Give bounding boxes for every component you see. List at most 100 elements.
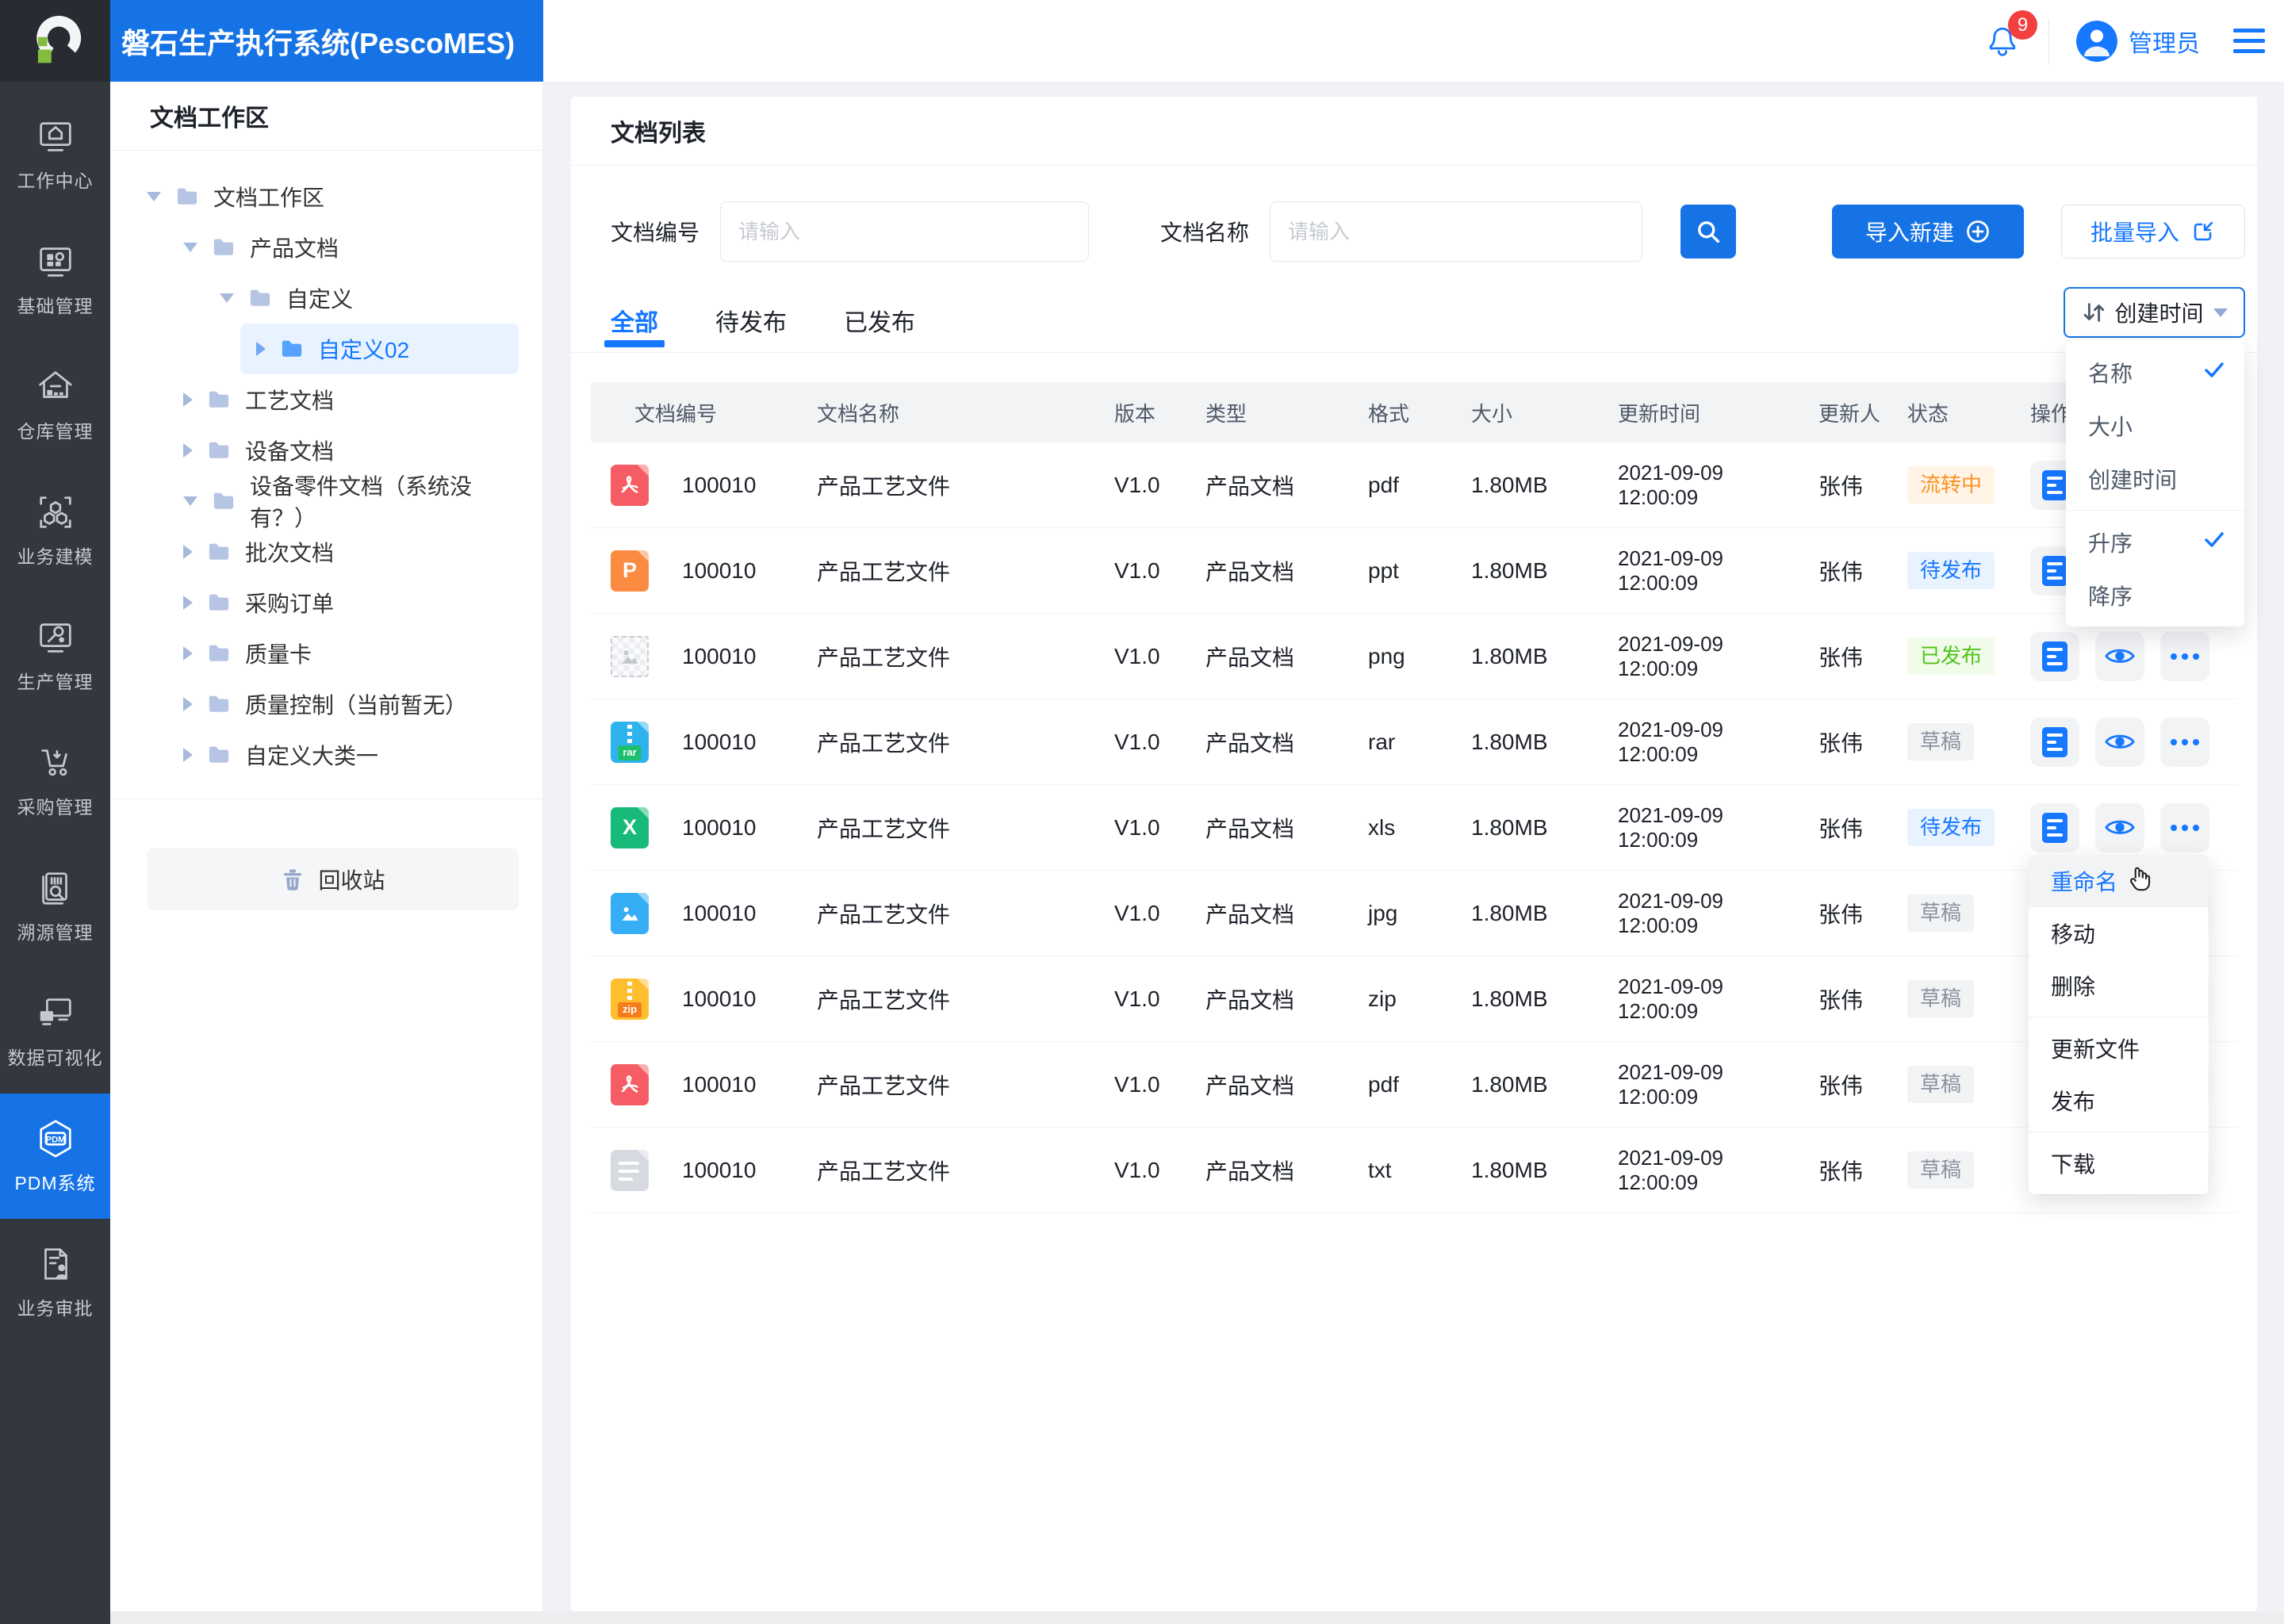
menu-button[interactable] — [2232, 24, 2267, 58]
menu-divider — [2066, 510, 2244, 511]
doc-name-cell: 产品工艺文件 — [817, 473, 951, 499]
preview-button[interactable] — [2095, 717, 2144, 767]
rail-item-label: 业务建模 — [17, 546, 94, 567]
user-name[interactable]: 管理员 — [2129, 24, 2200, 59]
status-badge: 草稿 — [1907, 894, 1975, 933]
tree-item-content: 设备文档 — [167, 425, 519, 476]
updated-by-cell: 张伟 — [1818, 987, 1864, 1013]
tree-item[interactable]: 自定义02 — [110, 324, 542, 374]
tab-item[interactable]: 已发布 — [844, 289, 915, 352]
avatar[interactable] — [2076, 20, 2117, 62]
rail-item-approval[interactable]: 业务审批 — [0, 1219, 110, 1344]
notifications-button[interactable]: 9 — [1983, 10, 2037, 62]
recycle-bin-button[interactable]: 回收站 — [147, 848, 519, 910]
more-button[interactable] — [2160, 717, 2209, 767]
more-button[interactable] — [2160, 802, 2209, 852]
doc-detail-button[interactable] — [2030, 802, 2079, 852]
sort-field-option[interactable]: 名称 — [2066, 346, 2244, 399]
tree-item[interactable]: 产品文档 — [110, 222, 542, 273]
context-menu-item-label: 删除 — [2051, 975, 2096, 999]
rail-item-warehouse[interactable]: 仓库管理 — [0, 342, 110, 467]
doc-no-input[interactable] — [720, 201, 1090, 262]
size-cell: 1.80MB — [1471, 643, 1548, 668]
batch-import-button[interactable]: 批量导入 — [2060, 205, 2245, 259]
search-button[interactable] — [1680, 205, 1737, 259]
doc-no-cell: 100010 — [682, 557, 757, 583]
more-button[interactable] — [2160, 631, 2209, 681]
context-menu-item[interactable]: 重命名 — [2029, 855, 2209, 907]
user-avatar-icon — [2076, 20, 2117, 62]
preview-button[interactable] — [2095, 631, 2144, 681]
tree-item-label: 自定义02 — [318, 338, 410, 362]
doc-type-cell: 产品文档 — [1205, 816, 1295, 841]
rail-item-workcenter[interactable]: 工作中心 — [0, 91, 110, 216]
sort-field-option[interactable]: 创建时间 — [2066, 452, 2244, 505]
sort-field-option-label: 名称 — [2088, 361, 2133, 386]
check-icon — [2205, 532, 2224, 547]
tree-panel-title: 文档工作区 — [110, 82, 542, 151]
expand-caret-icon[interactable] — [256, 342, 266, 356]
size-cell: 1.80MB — [1471, 1071, 1548, 1097]
updated-at-cell: 2021-09-09 12:00:09 — [1618, 974, 1723, 1023]
tree-item[interactable]: 采购订单 — [110, 577, 542, 628]
tree-item-content: 采购订单 — [167, 577, 519, 628]
horizontal-scrollbar[interactable] — [110, 1611, 2284, 1624]
tree-item[interactable]: 工艺文档 — [110, 374, 542, 425]
tree-item[interactable]: 文档工作区 — [110, 171, 542, 222]
context-menu-item[interactable]: 下载 — [2029, 1137, 2209, 1189]
import-icon — [2194, 221, 2213, 241]
sort-order-option[interactable]: 降序 — [2066, 569, 2244, 622]
tree-item-content: 自定义 — [204, 273, 519, 324]
tree-item[interactable]: 设备零件文档（系统没有？） — [110, 474, 542, 530]
rail-item-trace[interactable]: 溯源管理 — [0, 843, 110, 968]
tree-item[interactable]: 质量卡 — [110, 628, 542, 679]
sort-field-option[interactable]: 大小 — [2066, 399, 2244, 452]
collapse-caret-icon[interactable] — [183, 243, 197, 252]
tree-item[interactable]: 质量控制（当前暂无） — [110, 679, 542, 730]
rail-item-purchase[interactable]: 采购管理 — [0, 718, 110, 843]
expand-caret-icon[interactable] — [183, 646, 193, 661]
doc-type-cell: 产品文档 — [1205, 559, 1295, 584]
collapse-caret-icon[interactable] — [147, 192, 161, 201]
doc-detail-button[interactable] — [2030, 631, 2079, 681]
expand-caret-icon[interactable] — [183, 748, 193, 762]
tab-item[interactable]: 待发布 — [715, 289, 787, 352]
check-icon — [2203, 358, 2225, 386]
import-new-button[interactable]: 导入新建 — [1831, 205, 2024, 259]
rail-item-label: 仓库管理 — [17, 421, 94, 442]
context-menu-item[interactable]: 发布 — [2029, 1074, 2209, 1127]
tree-item-label: 自定义 — [286, 287, 354, 312]
doc-detail-button[interactable] — [2030, 717, 2079, 767]
tree-item[interactable]: 自定义大类一 — [110, 730, 542, 780]
expand-caret-icon[interactable] — [183, 545, 193, 559]
rail-item-base[interactable]: 基础管理 — [0, 216, 110, 342]
folder-icon — [207, 592, 231, 613]
expand-caret-icon[interactable] — [183, 393, 193, 407]
tree-item[interactable]: 设备文档 — [110, 425, 542, 476]
expand-caret-icon[interactable] — [183, 443, 193, 458]
table-row: 100010 产品工艺文件 V1.0 产品文档 pdf 1.80MB 2021-09-09 … — [591, 1042, 2237, 1128]
collapse-caret-icon[interactable] — [220, 293, 234, 303]
tab-item[interactable]: 全部 — [604, 289, 665, 352]
expand-caret-icon[interactable] — [183, 697, 193, 711]
expand-caret-icon[interactable] — [183, 596, 193, 610]
rail-item-production[interactable]: 生产管理 — [0, 592, 110, 718]
preview-button[interactable] — [2095, 802, 2144, 852]
context-menu-item[interactable]: 删除 — [2029, 959, 2209, 1012]
sort-order-option[interactable]: 升序 — [2066, 515, 2244, 569]
tree-item[interactable]: 批次文档 — [110, 527, 542, 577]
tabs-row: 全部 待发布 已发布 — [571, 289, 2257, 353]
doc-name-input[interactable] — [1270, 201, 1643, 262]
context-menu-item[interactable]: 移动 — [2029, 907, 2209, 959]
doc-no-cell: 100010 — [682, 643, 757, 668]
rail-item-label: 工作中心 — [17, 170, 94, 191]
tree-item[interactable]: 自定义 — [110, 273, 542, 324]
rail-item-pdm[interactable]: PDM PDM系统 — [0, 1094, 110, 1219]
collapse-caret-icon[interactable] — [183, 496, 197, 506]
rail-item-datavis[interactable]: 数据可视化 — [0, 968, 110, 1094]
context-menu-item[interactable]: 更新文件 — [2029, 1022, 2209, 1074]
sort-button[interactable]: 创建时间 — [2064, 287, 2245, 338]
table-row: zip 100010 产品工艺文件 V1.0 产品文档 zip 1.80MB 2021-09-… — [591, 956, 2237, 1042]
rail-item-modeling[interactable]: 业务建模 — [0, 467, 110, 592]
folder-icon — [207, 745, 231, 765]
